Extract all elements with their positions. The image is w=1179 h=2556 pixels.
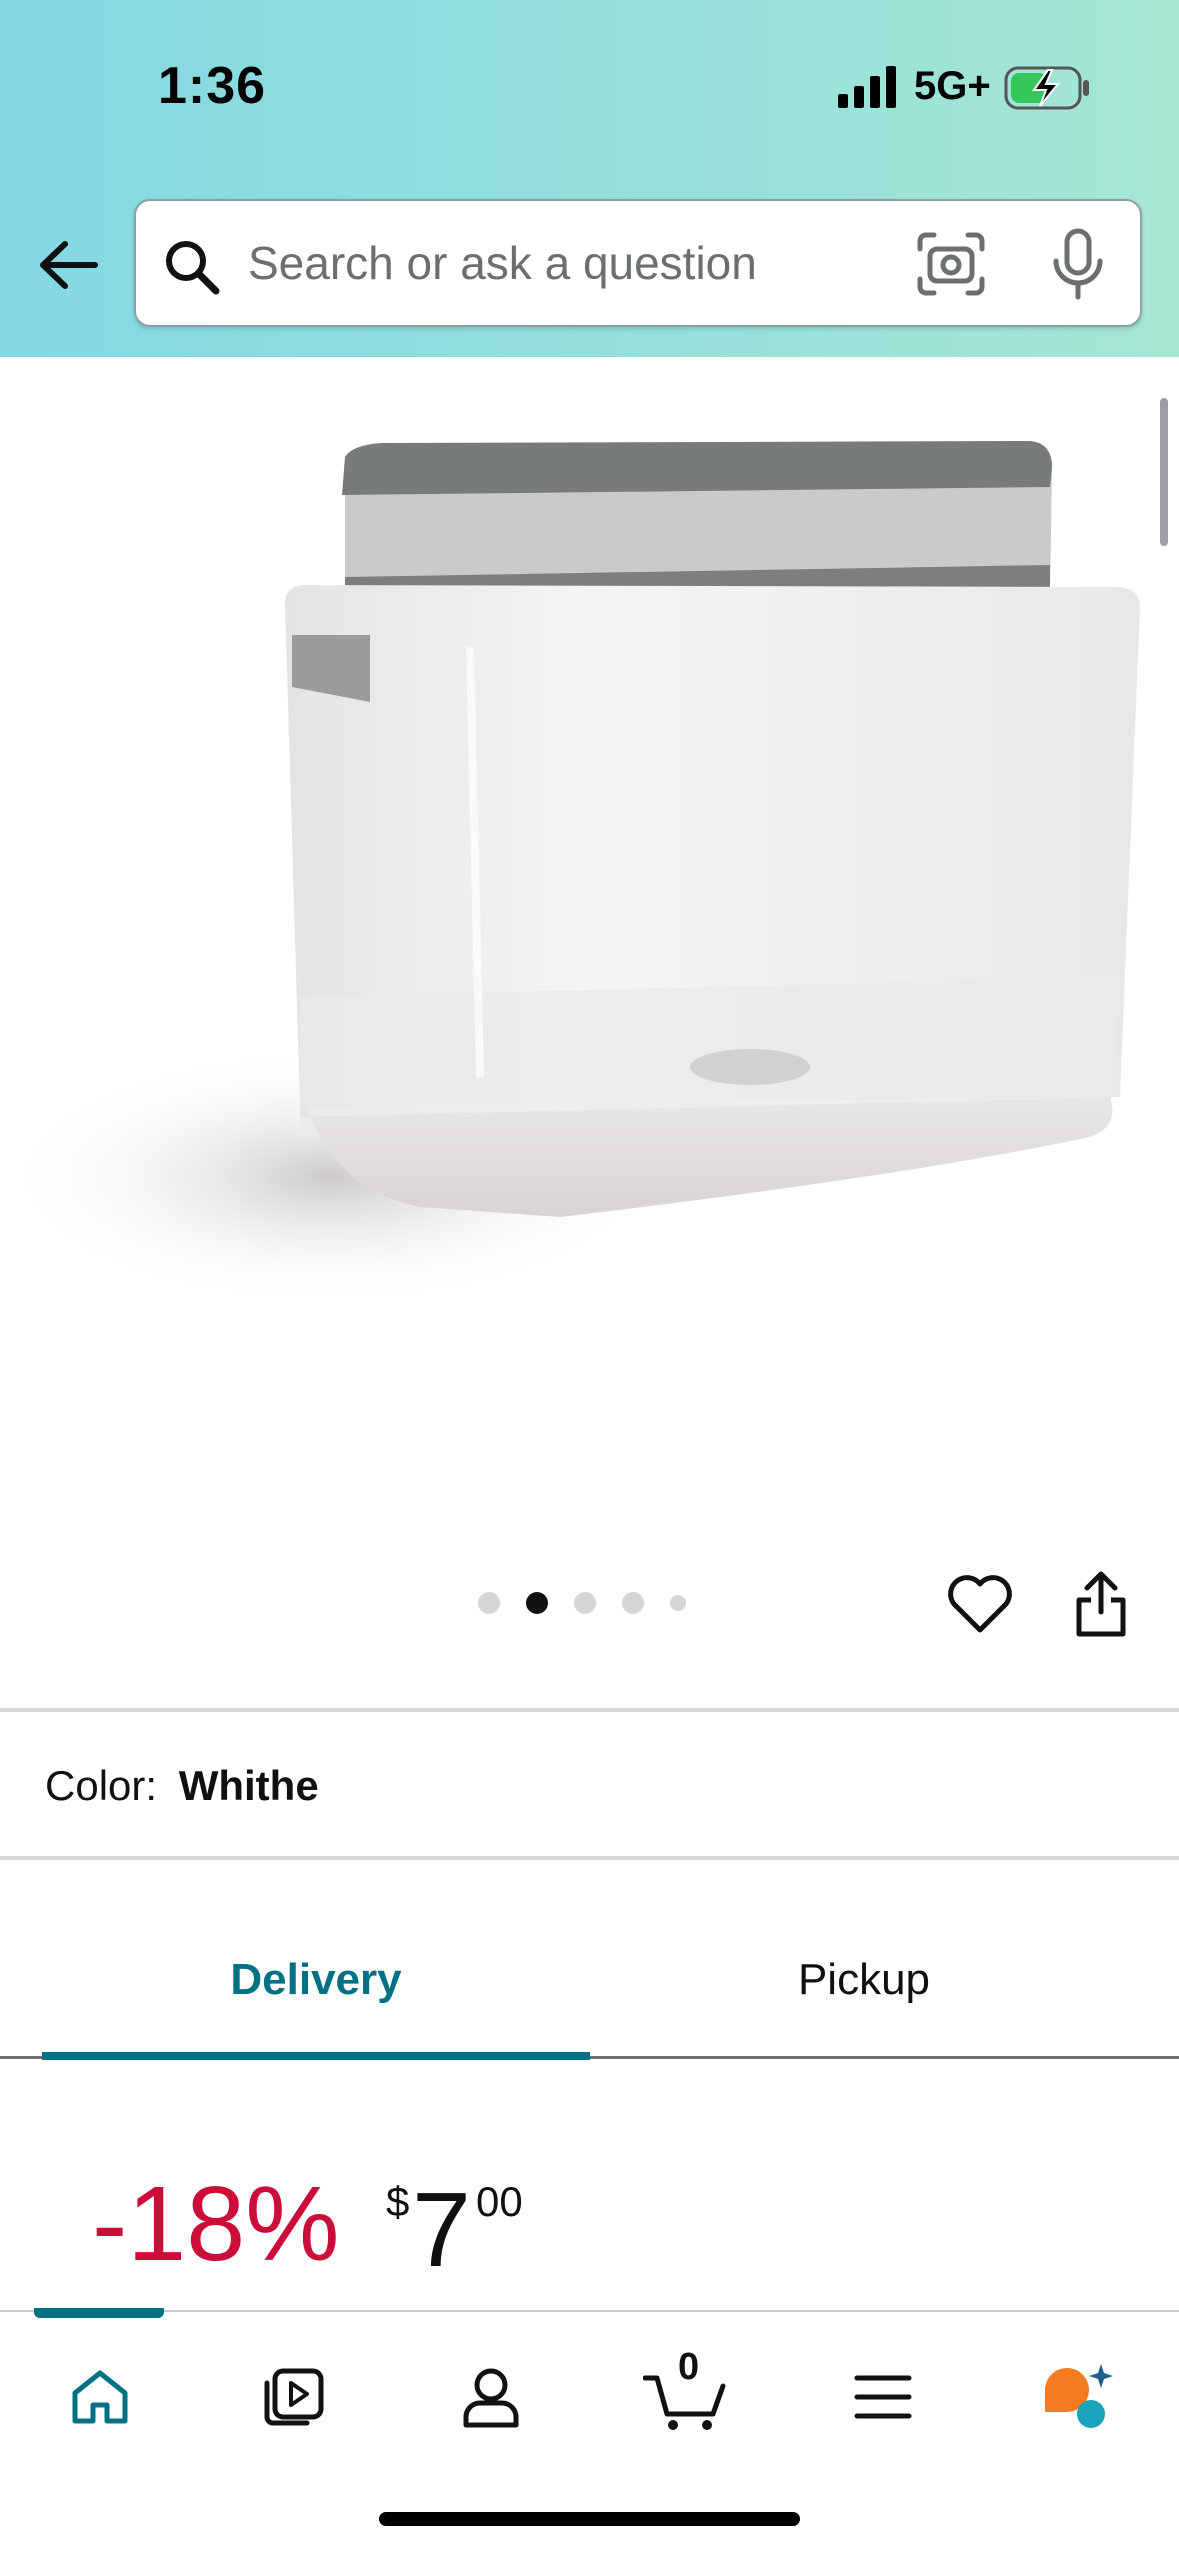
video-icon (264, 2368, 324, 2426)
nav-account[interactable] (446, 2352, 536, 2442)
carousel-dot[interactable] (574, 1592, 596, 1614)
carousel-dot-active[interactable] (526, 1592, 548, 1614)
microphone-icon[interactable] (1048, 227, 1108, 303)
carousel-dot[interactable] (622, 1592, 644, 1614)
share-icon[interactable] (1071, 1570, 1131, 1640)
battery-charging-icon (1004, 66, 1089, 110)
network-type: 5G+ (914, 64, 991, 108)
price-currency: $ (386, 2178, 410, 2225)
divider (0, 1708, 1179, 1712)
price-fraction: 00 (476, 2178, 523, 2225)
header-bar: 1:36 5G+ (0, 0, 1179, 357)
nav-rufus[interactable] (1032, 2352, 1122, 2442)
back-button[interactable] (30, 230, 106, 300)
signal-icon (838, 66, 896, 108)
color-selector[interactable]: Color: Whithe (45, 1762, 319, 1810)
wishlist-heart-icon[interactable] (945, 1572, 1015, 1636)
cart-count: 0 (678, 2346, 700, 2388)
nav-active-indicator (34, 2308, 164, 2318)
home-icon (72, 2370, 128, 2424)
camera-lens-icon[interactable] (916, 231, 986, 297)
nav-video[interactable] (249, 2352, 339, 2442)
tab-active-indicator (42, 2052, 590, 2060)
menu-icon (854, 2375, 912, 2419)
carousel-dot[interactable] (478, 1592, 500, 1614)
divider (0, 1856, 1179, 1860)
nav-cart[interactable]: 0 (640, 2346, 730, 2442)
rufus-icon (1045, 2364, 1113, 2428)
price-whole: 7 (412, 2171, 471, 2289)
search-bar[interactable] (134, 199, 1142, 327)
color-label: Color: (45, 1762, 158, 1809)
nav-menu[interactable] (838, 2352, 928, 2442)
arrow-left-icon (40, 241, 98, 289)
discount-percent: -18% (92, 2165, 340, 2283)
account-icon (463, 2368, 519, 2428)
product-page: 1:36 5G+ Search or ask a question Color:… (0, 0, 1179, 2556)
tab-delivery[interactable]: Delivery (42, 1955, 590, 2005)
carousel-dot[interactable] (670, 1595, 686, 1611)
scroll-indicator (1160, 398, 1168, 546)
status-time: 1:36 (158, 57, 267, 115)
product-image[interactable] (0, 357, 1179, 1357)
search-icon (166, 241, 220, 295)
nav-home[interactable] (55, 2352, 145, 2442)
search-input[interactable] (248, 223, 898, 303)
carousel-dots[interactable] (478, 1592, 712, 1614)
home-indicator (379, 2512, 800, 2526)
tab-pickup[interactable]: Pickup (590, 1955, 1138, 2005)
color-value: Whithe (178, 1762, 319, 1809)
